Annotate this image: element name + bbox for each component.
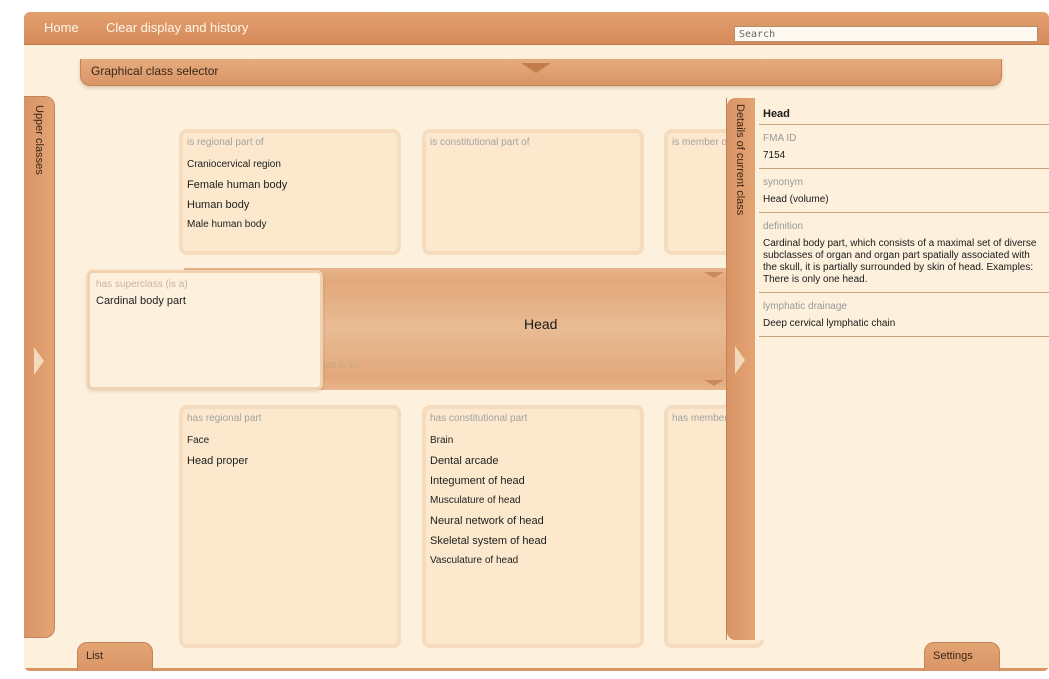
chevron-down-icon (704, 380, 724, 386)
bottom-strip (24, 668, 1049, 671)
home-link[interactable]: Home (44, 20, 79, 35)
current-class-title: Head (524, 316, 558, 332)
fma-id-section: FMA ID 7154 (759, 125, 1049, 169)
list-tab-label: List (86, 650, 104, 662)
definition-value: Cardinal body part, which consists of a … (763, 238, 1037, 285)
fma-id-label: FMA ID (763, 133, 797, 144)
synonym-section: synonym Head (volume) (759, 169, 1049, 213)
list-item[interactable]: Musculature of head (430, 491, 547, 511)
fma-id-value: 7154 (763, 150, 786, 161)
chevron-down-icon (704, 272, 724, 278)
has-regional-part-panel: has regional part Face Head proper (179, 405, 401, 648)
superclass-value[interactable]: Cardinal body part (96, 295, 186, 307)
panel-title: has member (672, 413, 728, 424)
list-item[interactable]: Face (187, 431, 248, 451)
panel-title: is constitutional part of (430, 137, 530, 148)
synonym-value: Head (volume) (763, 194, 829, 205)
lymphatic-drainage-value[interactable]: Deep cervical lymphatic chain (763, 312, 1046, 330)
app-frame: Home Clear display and history Graphical… (24, 12, 1049, 671)
list-item[interactable]: Head proper (187, 451, 248, 471)
constitutional-part-of-panel: is constitutional part of (422, 129, 644, 255)
definition-label: definition (763, 221, 804, 232)
list-item[interactable]: Dental arcade (430, 451, 547, 471)
search-input[interactable] (734, 26, 1038, 42)
has-constitutional-part-panel: has constitutional part Brain Dental arc… (422, 405, 644, 648)
details-tab-label: Details of current class (734, 104, 746, 216)
list-item[interactable]: Human body (187, 195, 287, 215)
panel-title: is regional part of (187, 137, 264, 148)
superclass-title: has superclass (is a) (96, 279, 188, 290)
settings-tab[interactable]: Settings (924, 642, 1000, 671)
panel-title: has regional part (187, 413, 262, 424)
upper-classes-tab[interactable]: Upper classes (24, 96, 55, 638)
graphical-class-selector-label: Graphical class selector (91, 64, 219, 78)
chevron-right-icon[interactable] (735, 346, 745, 374)
panel-title: is member of (672, 137, 730, 148)
list-item[interactable]: Brain (430, 431, 547, 451)
definition-section: definition Cardinal body part, which con… (759, 213, 1049, 293)
panel-title: has constitutional part (430, 413, 528, 424)
chevron-down-icon[interactable] (521, 63, 551, 73)
details-panel: Details of current class Head FMA ID 715… (726, 98, 1049, 640)
lymphatic-drainage-section: lymphatic drainage Deep cervical lymphat… (759, 293, 1049, 337)
list-item[interactable]: Vasculature of head (430, 551, 547, 571)
list-item[interactable]: Craniocervical region (187, 155, 287, 175)
details-of-current-class-tab[interactable]: Details of current class (727, 98, 755, 640)
regional-part-of-panel: is regional part of Craniocervical regio… (179, 129, 401, 255)
list-tab[interactable]: List (77, 642, 153, 671)
chevron-right-icon[interactable] (34, 347, 44, 375)
superclass-panel: has superclass (is a) Cardinal body part (87, 270, 323, 390)
top-navigation-bar: Home Clear display and history (24, 12, 1049, 45)
add-to-list-button[interactable]: Add to list (320, 360, 360, 370)
lymphatic-drainage-label: lymphatic drainage (763, 301, 847, 312)
list-item[interactable]: Female human body (187, 175, 287, 195)
list-item[interactable]: Skeletal system of head (430, 531, 547, 551)
settings-tab-label: Settings (933, 650, 973, 662)
graphical-class-selector-tab[interactable]: Graphical class selector (80, 59, 1002, 86)
synonym-label: synonym (763, 177, 804, 188)
list-item[interactable]: Male human body (187, 215, 287, 235)
list-item[interactable]: Neural network of head (430, 511, 547, 531)
upper-classes-label: Upper classes (33, 105, 45, 175)
list-item[interactable]: Integument of head (430, 471, 547, 491)
clear-display-link[interactable]: Clear display and history (106, 20, 248, 35)
details-heading: Head (759, 98, 1049, 125)
details-body: Head FMA ID 7154 synonym Head (volume) d… (759, 98, 1049, 337)
